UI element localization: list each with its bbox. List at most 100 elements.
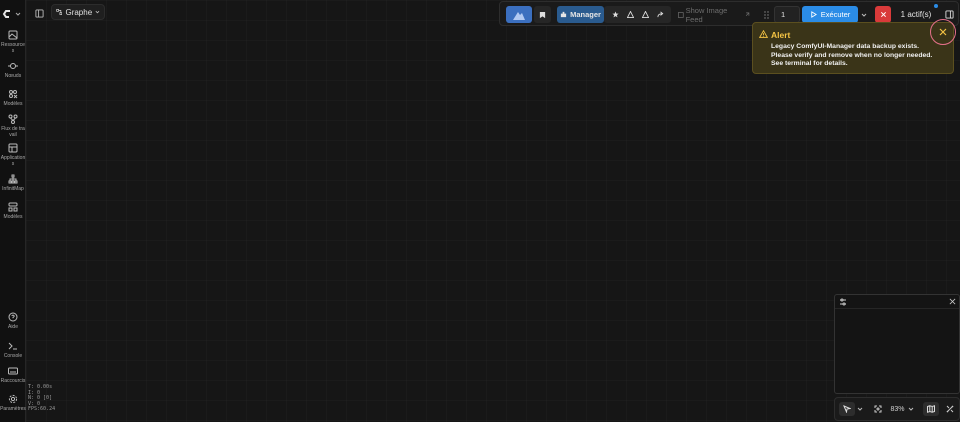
minimap-panel[interactable] [834, 294, 960, 394]
sidebar: Ressources Nœuds Modèles Flux de travail… [0, 0, 26, 422]
sidebar-item-label: Applications [0, 155, 26, 167]
sidebar-item-label: Aide [7, 324, 18, 330]
focus-icon [874, 405, 882, 413]
minimap-header [835, 295, 959, 309]
comfy-brand-button[interactable] [506, 6, 532, 23]
close-icon [880, 11, 886, 18]
drag-handle[interactable] [762, 6, 770, 23]
sidebar-item-infinitmap[interactable]: InfinitMap [0, 174, 26, 192]
keyboard-icon [8, 367, 18, 375]
image-feed-icon [678, 11, 684, 18]
notification-dot [934, 4, 938, 8]
warning-icon [759, 30, 768, 38]
zoom-value: 83% [890, 405, 905, 413]
settings-sliders-icon[interactable] [839, 298, 847, 306]
link-visibility-button[interactable] [943, 402, 957, 416]
alert-triangle-icon[interactable] [641, 11, 649, 18]
canvas-controls: 83% [834, 397, 960, 421]
workflow-icon [8, 114, 18, 124]
node-icon [8, 63, 18, 69]
sidebar-item-label: Modèles [3, 101, 23, 107]
close-icon[interactable] [949, 298, 956, 305]
grip-icon [763, 10, 769, 19]
sidebar-item-parametres[interactable]: Paramètres [0, 394, 26, 412]
panel-right-icon [944, 10, 954, 19]
show-image-feed-button[interactable]: Show Image Feed [678, 5, 750, 24]
chevron-down-icon [15, 12, 21, 16]
sidebar-item-label: Nœuds [4, 73, 22, 79]
manager-tools-group [604, 6, 671, 23]
comfy-logo-icon [2, 10, 10, 18]
sidebar-item-applications[interactable]: Applications [0, 143, 26, 167]
sidebar-item-aide[interactable]: Aide [0, 312, 26, 330]
select-tool-button[interactable] [839, 402, 855, 416]
sidebar-item-label: Flux de travail [1, 126, 25, 138]
templates-icon [8, 202, 18, 212]
sidebar-item-noeuds[interactable]: Nœuds [0, 61, 26, 79]
models-icon [9, 90, 18, 99]
alert-title: Alert [771, 30, 791, 40]
help-icon [8, 312, 18, 322]
queue-count-input[interactable]: 1 [774, 6, 800, 23]
hide-links-icon [946, 405, 954, 413]
sidebar-item-raccourcis[interactable]: Raccourcis [0, 366, 26, 384]
cancel-run-button[interactable] [875, 6, 891, 23]
apps-icon [8, 143, 18, 153]
external-link-icon [746, 12, 750, 16]
chevron-down-icon [908, 407, 913, 411]
sidebar-toggle-icon [34, 8, 44, 18]
alert-message: Legacy ComfyUI-Manager data backup exist… [771, 43, 933, 67]
run-options-dropdown[interactable] [858, 6, 870, 23]
chevron-down-icon [861, 13, 867, 17]
active-queue-button[interactable]: 1 actif(s) [898, 6, 934, 23]
run-button[interactable]: Exécuter [802, 6, 858, 23]
run-label: Exécuter [820, 10, 851, 19]
sidebar-item-label: InfinitMap [2, 186, 24, 192]
graph-tab-label: Graphe [65, 7, 93, 17]
chevron-down-icon [95, 10, 100, 14]
app-logo[interactable] [2, 7, 24, 21]
manager-label: Manager [570, 10, 601, 19]
terminal-icon [8, 342, 17, 350]
performance-stats: T: 0.00s I: 0 N: 0 [0] V: 0 FPS:60.24 [28, 384, 56, 413]
puzzle-icon [560, 11, 567, 18]
close-icon [939, 28, 947, 36]
stat-fps: FPS:60.24 [28, 406, 56, 412]
toggle-panel-button[interactable] [33, 7, 45, 19]
minimap-toggle-button[interactable] [923, 402, 939, 416]
sidebar-item-templates[interactable]: Modèles [0, 202, 26, 220]
sidebar-item-ressources[interactable]: Ressources [0, 30, 26, 54]
queue-count-value: 1 [781, 10, 786, 19]
sidebar-item-flux-de-travail[interactable]: Flux de travail [0, 114, 26, 138]
zoom-dropdown[interactable]: 83% [889, 402, 915, 416]
share-arrow-icon[interactable] [656, 11, 664, 18]
graph-tab[interactable]: Graphe [51, 4, 105, 20]
image-icon [8, 30, 18, 40]
sidebar-item-label: Console [3, 353, 23, 359]
map-icon [927, 405, 935, 413]
graph-icon [56, 9, 63, 15]
bookmark-button[interactable] [534, 6, 551, 23]
manager-button[interactable]: Manager [557, 6, 604, 23]
sidebar-item-label: Paramètres [0, 406, 26, 412]
hierarchy-icon [8, 174, 18, 184]
chevron-down-icon [857, 407, 863, 411]
star-icon[interactable] [611, 11, 619, 18]
sidebar-item-label: Ressources [1, 42, 25, 54]
sidebar-item-modeles[interactable]: Modèles [0, 89, 26, 107]
play-icon [811, 11, 817, 18]
sidebar-item-label: Raccourcis [0, 378, 26, 384]
show-image-feed-label: Show Image Feed [685, 5, 728, 24]
alert-close-button[interactable] [930, 19, 956, 45]
bookmark-icon [539, 11, 546, 18]
warning-triangle-icon[interactable] [626, 11, 634, 18]
mountain-logo-icon [513, 11, 525, 20]
tool-dropdown[interactable] [856, 402, 864, 416]
sidebar-item-console[interactable]: Console [0, 341, 26, 359]
fit-view-button[interactable] [872, 402, 884, 416]
active-queue-label: 1 actif(s) [900, 10, 932, 19]
cursor-icon [843, 405, 851, 413]
alert-toast: Alert Legacy ComfyUI-Manager data backup… [752, 22, 954, 74]
sidebar-item-label: Modèles [3, 214, 23, 220]
gear-icon [8, 394, 18, 404]
